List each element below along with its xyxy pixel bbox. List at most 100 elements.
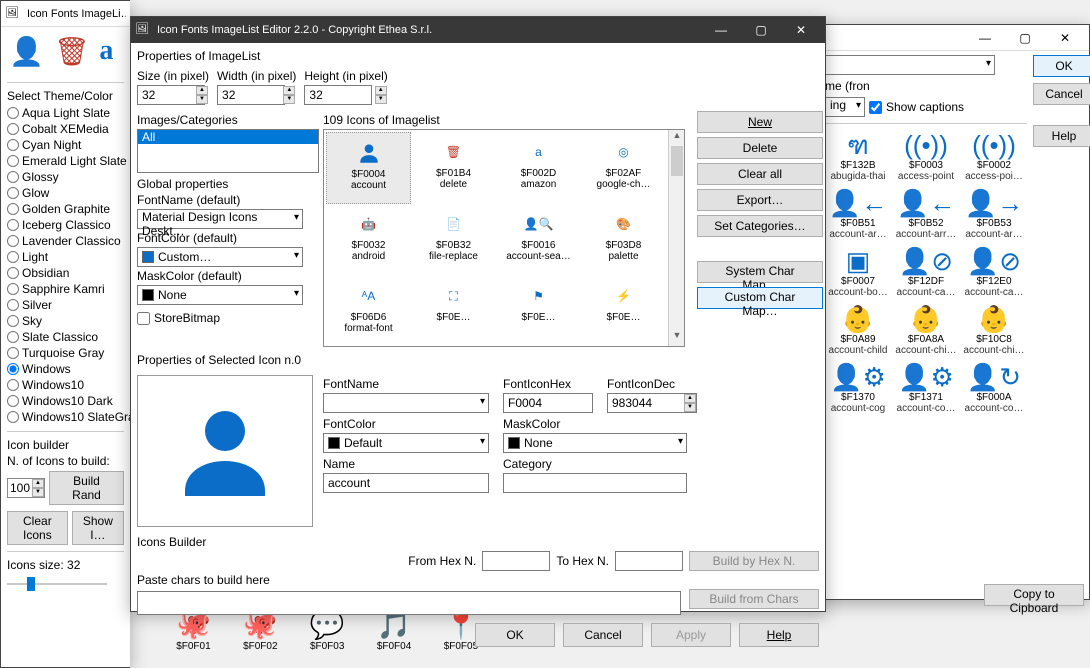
theme-radio-windows10-dark[interactable]: Windows10 Dark: [7, 393, 124, 409]
height-input[interactable]: [304, 85, 372, 105]
gallery-icon-file-replace[interactable]: 📄$F0B32file-replace: [411, 204, 496, 276]
minimize-button[interactable]: —: [965, 25, 1005, 51]
maximize-button[interactable]: ▢: [1005, 25, 1045, 51]
theme-radio-windows10-slategray[interactable]: Windows10 SlateGray: [7, 409, 124, 425]
gallery-icon-$F0E…[interactable]: ⚑$F0E…: [496, 276, 581, 346]
gallery-icon-$F0E…[interactable]: ⛶$F0E…: [411, 276, 496, 346]
sel-name-input[interactable]: [323, 473, 489, 493]
dlg-apply-button[interactable]: Apply: [651, 623, 731, 647]
bg-toolbar-icons: 👤 🗑 a: [7, 31, 124, 76]
theme-radio-silver[interactable]: Silver: [7, 297, 124, 313]
gallery-icon-palette[interactable]: 🎨$F03D8palette: [581, 204, 666, 276]
system-charmap-button[interactable]: System Char Map…: [697, 261, 823, 283]
sel-maskcolor-combo[interactable]: None: [503, 433, 687, 453]
name-combo[interactable]: ing: [825, 97, 865, 117]
build-hex-button[interactable]: Build by Hex N.: [689, 551, 819, 571]
icon-account-chi…[interactable]: 👶$F10C8account-chi…: [961, 302, 1027, 358]
gallery-icon-amazon[interactable]: a$F002Damazon: [496, 132, 581, 204]
right-combo[interactable]: [825, 55, 995, 75]
sel-category-input[interactable]: [503, 473, 687, 493]
fonticonhex-input[interactable]: [503, 393, 593, 413]
fontcolor-default-combo[interactable]: Custom…: [137, 247, 303, 267]
theme-radio-light[interactable]: Light: [7, 249, 124, 265]
gallery-icon-$F0E…[interactable]: ⚡$F0E…: [581, 276, 666, 346]
copy-clipboard-button[interactable]: Copy to Cipboard: [984, 584, 1084, 606]
gallery-icon-delete[interactable]: 🗑$F01B4delete: [411, 132, 496, 204]
icon-account-ca…[interactable]: 👤⊘$F12DFaccount-ca…: [893, 244, 959, 300]
from-hex-input[interactable]: [482, 551, 550, 571]
custom-charmap-button[interactable]: Custom Char Map…: [697, 287, 823, 309]
maskcolor-default-combo[interactable]: None: [137, 285, 303, 305]
sel-fontcolor-combo[interactable]: Default: [323, 433, 489, 453]
icon-account-cog[interactable]: 👤⚙$F1370account-cog: [825, 360, 891, 416]
theme-radio-iceberg-classico[interactable]: Iceberg Classico: [7, 217, 124, 233]
icon-account-ar…[interactable]: 👤←$F0B51account-ar…: [825, 186, 891, 242]
dlg-ok-button[interactable]: OK: [475, 623, 555, 647]
icon-account-co…[interactable]: 👤↻$F000Aaccount-co…: [961, 360, 1027, 416]
icon-account-chi…[interactable]: 👶$F0A8Aaccount-chi…: [893, 302, 959, 358]
gallery-icon-format-font[interactable]: ᴬA$F06D6format-font: [326, 276, 411, 346]
theme-radio-slate-classico[interactable]: Slate Classico: [7, 329, 124, 345]
theme-radio-windows[interactable]: Windows: [7, 361, 124, 377]
width-input[interactable]: [217, 85, 285, 105]
dlg-help-button[interactable]: Help: [739, 623, 819, 647]
delete-button[interactable]: Delete: [697, 137, 823, 159]
theme-radio-windows10[interactable]: Windows10: [7, 377, 124, 393]
theme-radio-glow[interactable]: Glow: [7, 185, 124, 201]
clear-icons-button[interactable]: Clear Icons: [7, 511, 68, 545]
theme-radio-cobalt-xemedia[interactable]: Cobalt XEMedia: [7, 121, 124, 137]
account-icon[interactable]: 👤: [9, 35, 44, 68]
icon-account-child[interactable]: 👶$F0A89account-child: [825, 302, 891, 358]
gallery-icon-account[interactable]: $F0004account: [326, 132, 411, 204]
icon-abugida-thai[interactable]: ฑ$F132Babugida-thai: [825, 128, 891, 184]
theme-radio-sapphire-kamri[interactable]: Sapphire Kamri: [7, 281, 124, 297]
export-button[interactable]: Export…: [697, 189, 823, 211]
gallery-icon-google-ch…[interactable]: ◎$F02AFgoogle-ch…: [581, 132, 666, 204]
show-images-button[interactable]: Show I…: [72, 511, 124, 545]
icon-size-slider[interactable]: [7, 574, 107, 594]
icon-access-point[interactable]: ((•))$F0003access-point: [893, 128, 959, 184]
storebitmap-checkbox[interactable]: StoreBitmap: [137, 311, 319, 325]
icon-access-poi…[interactable]: ((•))$F0002access-poi…: [961, 128, 1027, 184]
gallery-icon-android[interactable]: 🤖$F0032android: [326, 204, 411, 276]
to-hex-input[interactable]: [615, 551, 683, 571]
icon-account-co…[interactable]: 👤⚙$F1371account-co…: [893, 360, 959, 416]
theme-radio-lavender-classico[interactable]: Lavender Classico: [7, 233, 124, 249]
help-button[interactable]: Help: [1033, 125, 1090, 147]
n-icons-label: N. of Icons to build:: [7, 454, 124, 468]
fontname-default-combo[interactable]: Material Design Icons Deskt…: [137, 209, 303, 229]
categories-listbox[interactable]: All: [137, 129, 319, 173]
gallery-scrollbar[interactable]: ▲ ▼: [668, 130, 684, 346]
theme-radio-sky[interactable]: Sky: [7, 313, 124, 329]
gallery-icon-account-sea…[interactable]: 👤🔍$F0016account-sea…: [496, 204, 581, 276]
theme-radio-golden-graphite[interactable]: Golden Graphite: [7, 201, 124, 217]
amazon-icon[interactable]: a: [99, 35, 113, 68]
ok-button[interactable]: OK: [1033, 55, 1090, 77]
icon-account-arr…[interactable]: 👤←$F0B52account-arr…: [893, 186, 959, 242]
theme-radio-turquoise-gray[interactable]: Turquoise Gray: [7, 345, 124, 361]
build-chars-button[interactable]: Build from Chars: [689, 589, 819, 609]
maximize-button[interactable]: ▢: [741, 17, 781, 43]
theme-radio-emerald-light-slate[interactable]: Emerald Light Slate: [7, 153, 124, 169]
new-button[interactable]: New: [697, 111, 823, 133]
theme-radio-cyan-night[interactable]: Cyan Night: [7, 137, 124, 153]
theme-radio-aqua-light-slate[interactable]: Aqua Light Slate: [7, 105, 124, 121]
icon-account-bo…[interactable]: ▣$F0007account-bo…: [825, 244, 891, 300]
cancel-button[interactable]: Cancel: [1033, 83, 1090, 105]
build-random-button[interactable]: Build Rand: [49, 471, 124, 505]
icon-account-ar…[interactable]: 👤→$F0B53account-ar…: [961, 186, 1027, 242]
icon-account-ca…[interactable]: 👤⊘$F12E0account-ca…: [961, 244, 1027, 300]
delete-icon[interactable]: 🗑: [54, 35, 90, 68]
paste-chars-input[interactable]: [137, 591, 681, 615]
clear-all-button[interactable]: Clear all: [697, 163, 823, 185]
sel-fontname-combo[interactable]: [323, 393, 489, 413]
theme-radio-obsidian[interactable]: Obsidian: [7, 265, 124, 281]
size-input[interactable]: [137, 85, 205, 105]
dlg-cancel-button[interactable]: Cancel: [563, 623, 643, 647]
theme-radio-glossy[interactable]: Glossy: [7, 169, 124, 185]
show-captions-checkbox[interactable]: Show captions: [869, 100, 964, 114]
set-categories-button[interactable]: Set Categories…: [697, 215, 823, 237]
close-button[interactable]: ✕: [781, 17, 821, 43]
close-button[interactable]: ✕: [1045, 25, 1085, 51]
minimize-button[interactable]: —: [701, 17, 741, 43]
